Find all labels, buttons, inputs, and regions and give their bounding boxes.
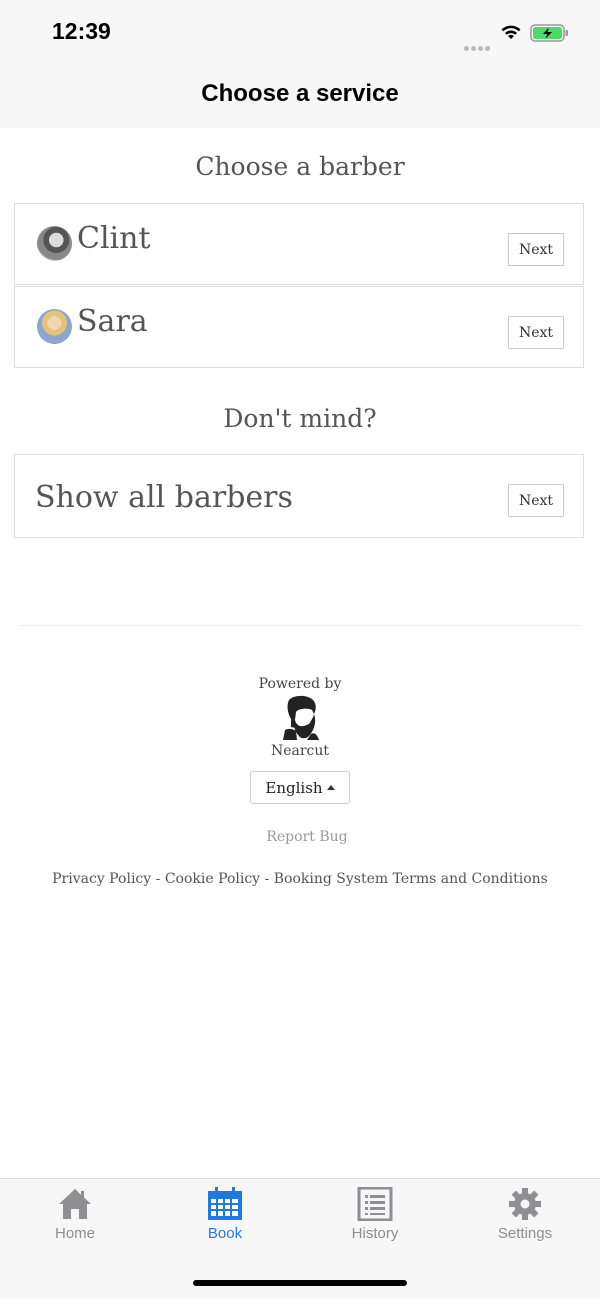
language-select[interactable]: English — [250, 771, 350, 804]
bearded-man-logo-icon — [283, 695, 319, 740]
wifi-icon — [501, 25, 521, 39]
tab-home[interactable]: Home — [0, 1187, 150, 1242]
home-icon — [59, 1189, 91, 1219]
show-all-barbers-label: Show all barbers — [35, 480, 293, 515]
barber-card-sara[interactable]: Sara Next — [14, 286, 584, 368]
privacy-policy-link[interactable]: Privacy Policy — [52, 871, 151, 887]
legal-links: Privacy Policy - Cookie Policy - Booking… — [0, 871, 600, 887]
barber-name: Sara — [77, 304, 148, 339]
next-button[interactable]: Next — [508, 233, 564, 266]
tab-label: Settings — [497, 1225, 553, 1242]
tab-label: Home — [54, 1225, 95, 1242]
terms-link[interactable]: Booking System Terms and Conditions — [274, 871, 548, 887]
section-title-choose-barber: Choose a barber — [195, 152, 405, 181]
link-separator: - — [151, 871, 165, 887]
tab-label: History — [351, 1225, 399, 1242]
language-value: English — [265, 778, 323, 797]
tab-book[interactable]: Book — [150, 1187, 300, 1242]
navigation-header: Choose a service — [0, 64, 600, 128]
avatar — [37, 226, 72, 261]
status-bar: 12:39 — [0, 0, 600, 64]
powered-by-label: Powered by — [258, 676, 342, 692]
tab-label: Book — [207, 1225, 243, 1242]
link-separator: - — [260, 871, 274, 887]
next-button[interactable]: Next — [508, 316, 564, 349]
calendar-icon — [208, 1187, 242, 1220]
divider — [20, 625, 580, 626]
page-title: Choose a service — [201, 80, 399, 107]
gear-icon — [509, 1188, 541, 1220]
tab-settings[interactable]: Settings — [450, 1187, 600, 1242]
caret-up-icon — [326, 785, 335, 790]
next-button[interactable]: Next — [508, 484, 564, 517]
show-all-barbers-card[interactable]: Show all barbers Next — [14, 454, 584, 538]
report-bug-link[interactable]: Report Bug — [0, 829, 600, 845]
battery-charging-icon — [530, 24, 568, 42]
section-title-dont-mind: Don't mind? — [223, 404, 377, 433]
cellular-signal-icon — [464, 36, 492, 55]
cookie-policy-link[interactable]: Cookie Policy — [165, 871, 260, 887]
barber-card-clint[interactable]: Clint Next — [14, 203, 584, 285]
avatar — [37, 309, 72, 344]
home-indicator — [193, 1280, 407, 1286]
list-icon — [357, 1187, 393, 1221]
status-time: 12:39 — [52, 18, 111, 44]
brand-name: Nearcut — [270, 743, 330, 759]
barber-name: Clint — [77, 221, 151, 256]
tab-history[interactable]: History — [300, 1187, 450, 1242]
